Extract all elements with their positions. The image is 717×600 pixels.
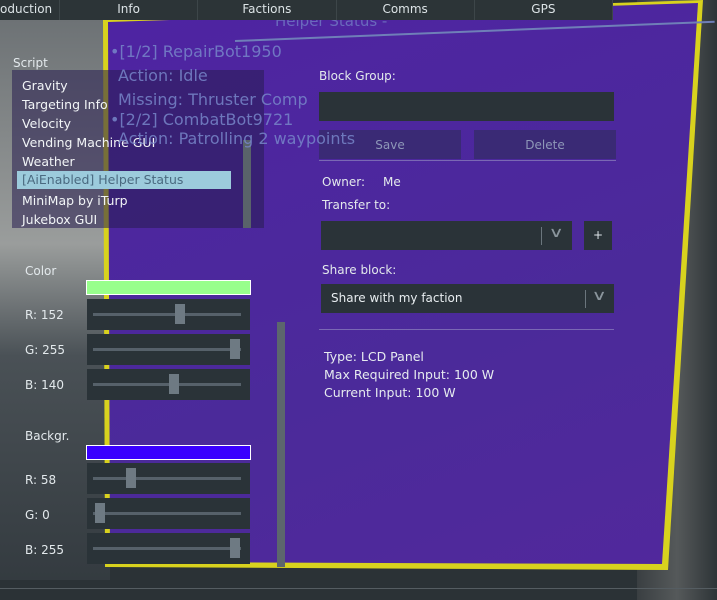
backgr-swatch	[86, 445, 251, 460]
max-input-text: Max Required Input: 100 W	[324, 367, 495, 382]
slider-thumb[interactable]	[175, 304, 186, 324]
color-b-label: B: 140	[25, 378, 64, 392]
owner-label: Owner:	[322, 175, 366, 189]
add-transfer-button[interactable]: +	[584, 221, 612, 250]
color-r-slider[interactable]	[87, 299, 250, 330]
slider-thumb[interactable]	[169, 374, 180, 394]
chevron-down-icon: ∨	[548, 225, 564, 241]
share-block-label: Share block:	[322, 263, 397, 277]
color-r-label: R: 152	[25, 308, 64, 322]
script-item[interactable]: Weather	[22, 154, 75, 169]
slider-thumb[interactable]	[230, 538, 240, 558]
slider-thumb[interactable]	[95, 503, 105, 523]
backgr-r-label: R: 58	[25, 473, 57, 487]
script-list[interactable]: Gravity Targeting Info Velocity Vending …	[12, 70, 264, 228]
share-value: Share with my faction	[331, 291, 463, 305]
tab-comms[interactable]: Comms	[337, 0, 475, 20]
divider	[319, 160, 616, 161]
slider-thumb[interactable]	[230, 339, 240, 359]
block-group-input[interactable]	[319, 92, 614, 121]
panel-scrollbar[interactable]	[277, 322, 285, 567]
script-item[interactable]: Velocity	[22, 116, 71, 131]
transfer-label: Transfer to:	[322, 198, 391, 212]
color-g-slider[interactable]	[87, 334, 250, 365]
backgr-b-label: B: 255	[25, 543, 64, 557]
script-item[interactable]: Vending Machine GUI	[22, 135, 155, 150]
share-dropdown[interactable]: Share with my faction ∨	[321, 284, 614, 313]
backgr-g-slider[interactable]	[87, 498, 250, 529]
divider	[0, 588, 717, 589]
current-input-text: Current Input: 100 W	[324, 385, 456, 400]
backgr-b-slider[interactable]	[87, 533, 250, 564]
terminal-tabs: oduction Info Factions Comms GPS	[0, 0, 613, 20]
color-b-slider[interactable]	[87, 369, 250, 400]
color-swatch	[86, 280, 251, 295]
transfer-dropdown[interactable]: ∨	[321, 221, 572, 250]
script-item[interactable]: Gravity	[22, 78, 68, 93]
tab-info[interactable]: Info	[60, 0, 199, 20]
backgr-label: Backgr.	[25, 429, 70, 443]
script-list-scrollbar[interactable]	[243, 140, 251, 228]
owner-value: Me	[383, 175, 401, 189]
block-group-label: Block Group:	[319, 69, 396, 83]
script-item[interactable]: Jukebox GUI	[22, 212, 97, 227]
script-item[interactable]: MiniMap by iTurp	[22, 193, 128, 208]
type-text: Type: LCD Panel	[324, 349, 424, 364]
script-label: Script	[13, 56, 48, 70]
tab-production[interactable]: oduction	[0, 0, 60, 20]
chevron-down-icon: ∨	[591, 288, 607, 304]
script-item[interactable]: Targeting Info	[22, 97, 108, 112]
backgr-g-label: G: 0	[25, 508, 50, 522]
divider	[319, 329, 614, 330]
color-g-label: G: 255	[25, 343, 66, 357]
script-item-selected[interactable]: [AiEnabled] Helper Status	[17, 171, 231, 189]
save-button[interactable]: Save	[319, 130, 461, 159]
color-label: Color	[25, 264, 57, 278]
backgr-r-slider[interactable]	[87, 463, 250, 494]
delete-button[interactable]: Delete	[474, 130, 616, 159]
slider-thumb[interactable]	[125, 468, 136, 488]
tab-gps[interactable]: GPS	[475, 0, 613, 20]
tab-factions[interactable]: Factions	[198, 0, 337, 20]
